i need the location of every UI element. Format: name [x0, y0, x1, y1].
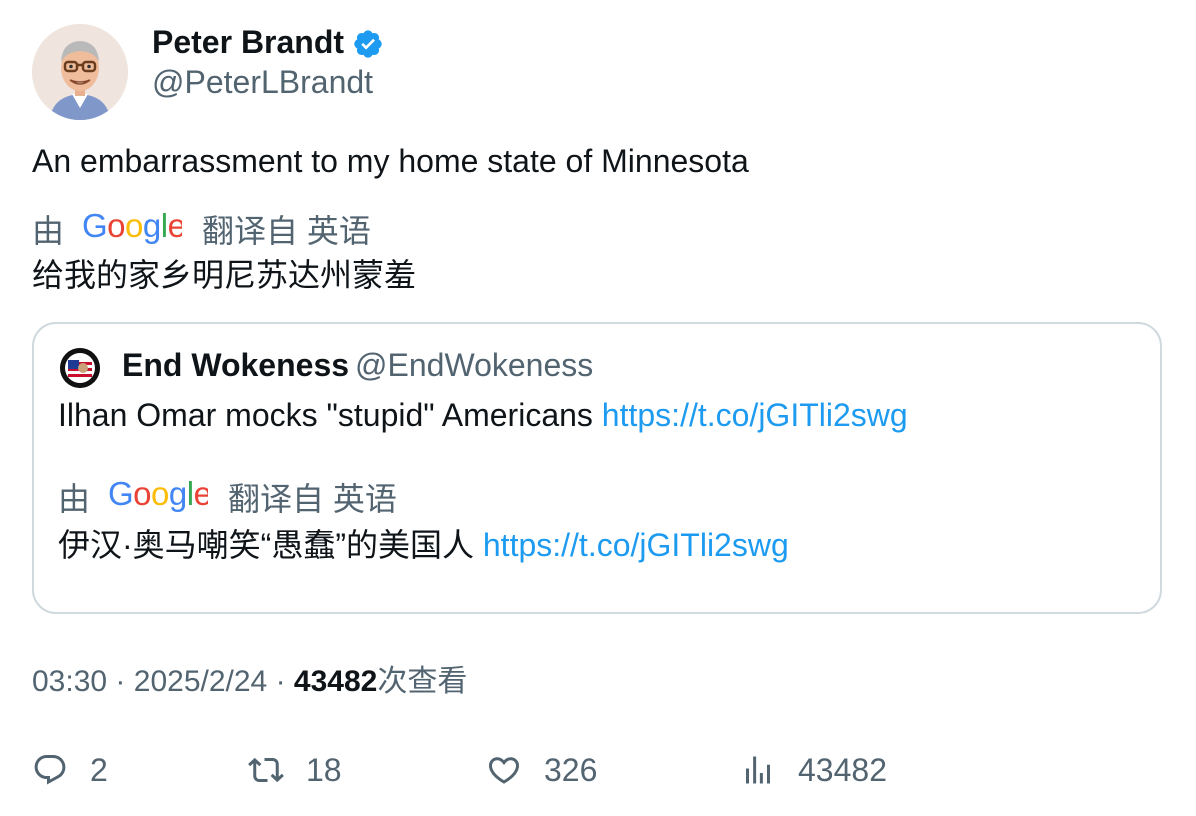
translated-from-label: 翻译自 英语	[202, 212, 371, 249]
cartoon-avatar-icon	[32, 24, 128, 120]
view-count-label: 次查看	[377, 665, 468, 698]
quoted-tweet[interactable]: End Wokeness @EndWokeness Ilhan Omar mock…	[32, 322, 1162, 614]
author-avatar[interactable]	[32, 24, 128, 120]
quote-link[interactable]: https://t.co/jGITli2swg	[602, 397, 908, 433]
reply-icon	[34, 755, 66, 785]
quote-avatar[interactable]	[60, 348, 100, 388]
quote-translated-from-label: 翻译自 英语	[228, 480, 397, 517]
like-count: 326	[544, 751, 598, 788]
svg-text:Google: Google	[108, 476, 208, 512]
quote-text-line: Ilhan Omar mocks "stupid" Americans http…	[58, 394, 908, 436]
retweet-count: 18	[306, 751, 342, 788]
heart-icon	[488, 757, 520, 784]
meta-separator: ·	[115, 665, 126, 698]
reply-button[interactable]: 2	[32, 748, 108, 792]
quote-translated-by-label: 由	[58, 480, 91, 517]
translated-text: 给我的家乡明尼苏达州蒙羞	[32, 257, 417, 293]
quote-text: Ilhan Omar mocks "stupid" Americans	[58, 397, 593, 433]
translated-by-label: 由	[32, 212, 65, 249]
quote-author-name[interactable]: End Wokeness	[122, 347, 349, 383]
author-handle[interactable]: @PeterLBrandt	[152, 62, 373, 102]
translation-attribution: 由 Google 翻译自 英语	[32, 207, 371, 253]
author-name[interactable]: Peter Brandt	[152, 22, 344, 62]
quote-translation-attribution: 由 Google 翻译自 英语	[58, 475, 397, 521]
retweet-button[interactable]: 18	[248, 748, 342, 792]
quote-translated-text: 伊汉·奥马嘲笑“愚蠢”的美国人	[58, 527, 474, 563]
verified-badge-icon	[352, 28, 384, 60]
google-logo: Google	[108, 475, 212, 521]
retweet-icon	[248, 757, 284, 783]
views-count: 43482	[798, 751, 887, 788]
like-button[interactable]: 326	[486, 748, 597, 792]
quote-author-handle[interactable]: @EndWokeness	[355, 347, 593, 383]
analytics-icon	[746, 756, 770, 784]
tweet-meta: 03:30 · 2025/2/24 · 43482次查看	[32, 660, 467, 704]
tweet-date[interactable]: 2025/2/24	[134, 665, 267, 698]
views-button[interactable]: 43482	[740, 748, 887, 792]
view-count: 43482	[293, 665, 378, 698]
reply-count: 2	[90, 751, 108, 788]
tweet-text: An embarrassment to my home state of Min…	[32, 143, 749, 179]
flag-badge-avatar-icon	[60, 348, 100, 388]
meta-separator: ·	[275, 665, 286, 698]
quote-author[interactable]: End Wokeness @EndWokeness	[122, 344, 593, 386]
tweet-time[interactable]: 03:30	[32, 665, 107, 698]
svg-text:Google: Google	[82, 208, 182, 244]
google-logo: Google	[82, 207, 186, 253]
quote-translated-link[interactable]: https://t.co/jGITli2swg	[483, 527, 789, 563]
quote-translated-line: 伊汉·奥马嘲笑“愚蠢”的美国人 https://t.co/jGITli2swg	[58, 524, 789, 566]
